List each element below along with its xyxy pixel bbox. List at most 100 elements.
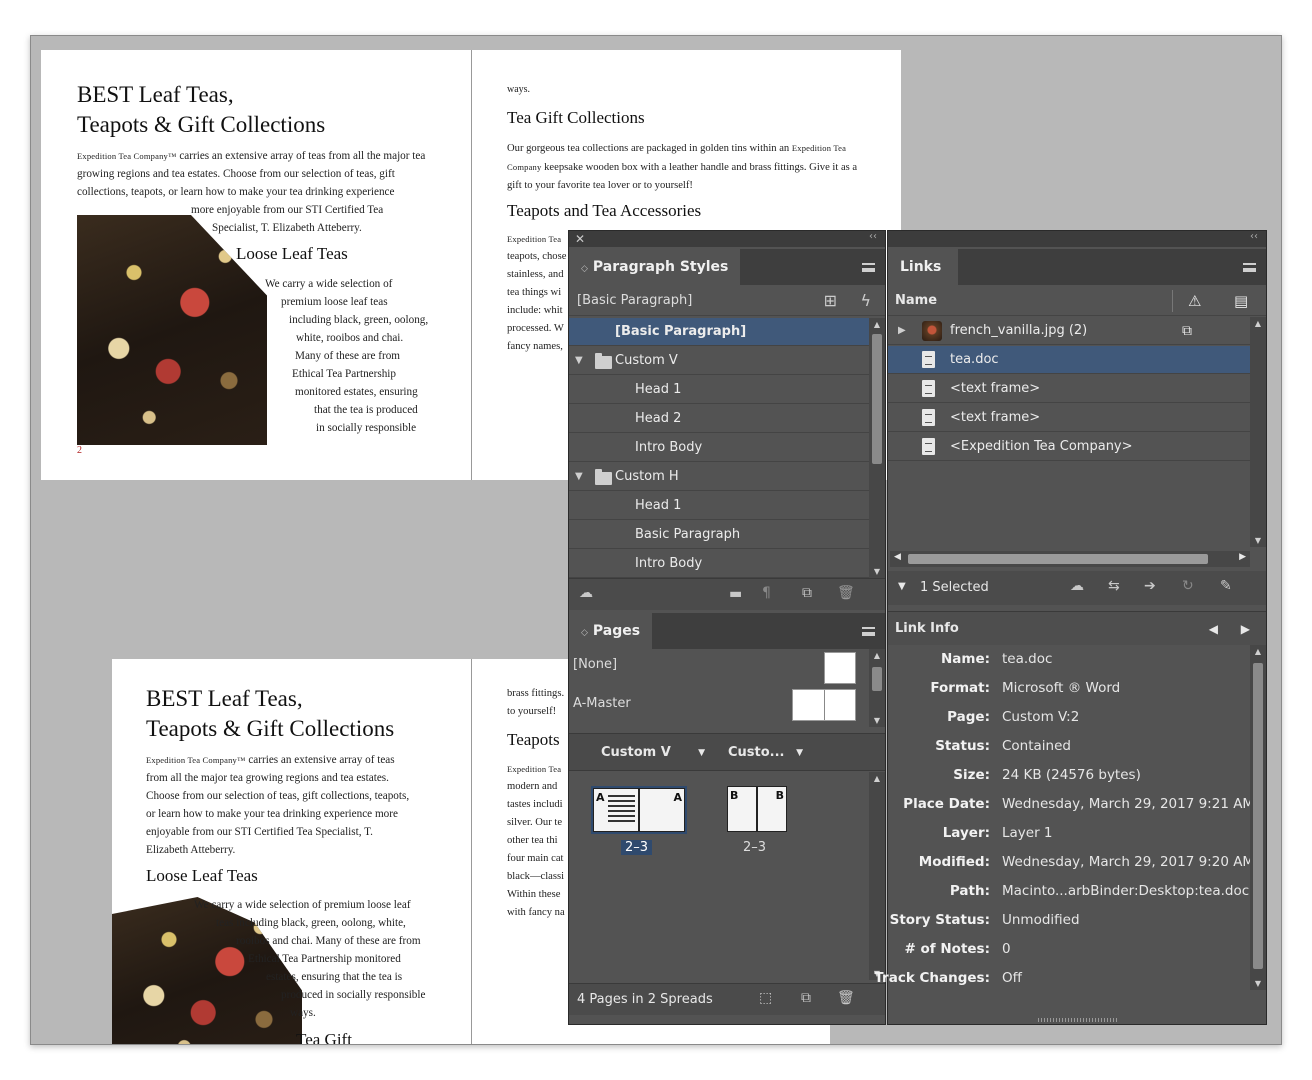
scroll-down-icon[interactable]: ▼ [1250,536,1266,545]
info-value: Layer 1 [1002,825,1053,841]
disclosure-triangle-icon[interactable]: ▶ [898,317,906,345]
links-hscrollbar[interactable]: ◀ ▶ [890,551,1250,567]
paragraph-styles-list[interactable]: [Basic Paragraph] ▼ Custom V Head 1 Head… [569,318,869,578]
scroll-thumb[interactable] [872,334,882,464]
master-none-thumbnail[interactable] [824,652,856,684]
panel-menu-icon[interactable] [862,627,875,636]
disclosure-triangle-icon[interactable]: ▼ [575,463,583,491]
style-item-head-1[interactable]: Head 1 [569,492,869,520]
scroll-up-icon[interactable]: ▲ [869,774,885,783]
cc-libraries-icon[interactable]: ☁ [1070,578,1084,594]
masters-section[interactable]: [None] A-Master [569,649,869,727]
scroll-left-icon[interactable]: ◀ [894,552,901,562]
links-list[interactable]: ▶ french_vanilla.jpg (2) ⧉ tea.doc <text… [888,317,1250,547]
go-to-link-icon[interactable]: ⧉ [1182,317,1192,345]
trash-icon[interactable]: 🗑 [837,990,855,1006]
master-a[interactable]: A-Master [573,696,631,711]
next-link-icon[interactable]: ▶ [1241,612,1250,646]
chevron-down-icon[interactable]: ▼ [698,734,705,772]
style-group-custom-v[interactable]: ▼ Custom V [569,347,869,375]
link-item-text-frame[interactable]: <text frame> [888,404,1250,432]
chevron-down-icon[interactable]: ▼ [796,734,803,772]
previous-link-icon[interactable]: ◀ [1209,612,1218,646]
page-column-icon[interactable]: ▤ [1234,286,1248,316]
scroll-up-icon[interactable]: ▲ [1250,647,1266,656]
alt-layout-custom-v[interactable]: Custom V ▼ [589,734,709,772]
link-item-text-frame[interactable]: <text frame> [888,375,1250,403]
close-icon[interactable]: ✕ [575,232,585,246]
scroll-thumb[interactable] [908,554,1208,564]
scroll-down-icon[interactable]: ▼ [869,716,885,725]
info-value: Wednesday, March 29, 2017 9:21 AM [1002,796,1255,812]
link-item-expedition-tea[interactable]: <Expedition Tea Company> [888,433,1250,461]
masters-scrollbar[interactable]: ▲ ▼ [869,649,885,727]
scroll-up-icon[interactable]: ▲ [1250,319,1266,328]
tab-paragraph-styles[interactable]: ◇ Paragraph Styles [569,249,741,285]
panel-dock-titlebar[interactable]: ✕ ‹‹ [569,231,885,247]
new-style-icon[interactable]: ⧉ [802,585,812,601]
panel-resize-grip[interactable] [1038,1018,1118,1022]
name-column-header[interactable]: Name [895,286,937,316]
scroll-down-icon[interactable]: ▼ [869,567,885,576]
carryover-text: brass fittings. [507,688,565,699]
trash-icon[interactable]: 🗑 [837,585,855,601]
scroll-thumb[interactable] [872,667,882,691]
link-item-tea-doc[interactable]: tea.doc [888,346,1250,374]
scroll-up-icon[interactable]: ▲ [869,651,885,660]
spread-thumbnail-custom-v[interactable]: A A [591,786,687,834]
link-item-french-vanilla[interactable]: ▶ french_vanilla.jpg (2) ⧉ [888,317,1250,345]
style-item-basic-paragraph[interactable]: [Basic Paragraph] [569,318,869,346]
new-page-icon[interactable]: ⧉ [801,990,811,1006]
tab-links[interactable]: Links [888,249,958,285]
warning-icon[interactable]: ⚠ [1188,286,1201,316]
links-vscrollbar[interactable]: ▲ ▼ [1250,317,1266,547]
page-thumb-3[interactable]: A [639,788,685,832]
scroll-right-icon[interactable]: ▶ [1239,552,1246,562]
cc-libraries-icon[interactable]: ☁ [579,585,593,601]
relink-icon[interactable]: ⇆ [1108,578,1120,594]
page-thumb-3[interactable]: B [757,786,787,832]
collapse-toggle-icon[interactable]: ◇ [581,264,588,274]
clear-overrides-icon[interactable]: ϟ [860,286,871,316]
fragment-line: stainless, and [507,269,564,280]
update-link-icon[interactable]: ↻ [1182,578,1194,594]
panel-menu-icon[interactable] [1243,263,1256,272]
collapse-toggle-icon[interactable]: ◇ [581,628,588,638]
tab-pages[interactable]: ◇ Pages [569,613,653,649]
scroll-up-icon[interactable]: ▲ [869,320,885,329]
master-none[interactable]: [None] [573,657,617,672]
scroll-down-icon[interactable]: ▼ [1250,979,1266,988]
disclosure-triangle-icon[interactable]: ▼ [575,347,583,375]
chevron-down-icon[interactable]: ▼ [898,581,906,592]
panel-menu-icon[interactable] [862,263,875,272]
info-key: Page: [947,709,990,725]
spread-thumbnail-custom-h[interactable]: B B [727,786,787,834]
link-info-header[interactable]: Link Info ◀ ▶ [888,611,1266,645]
page-thumb-2[interactable]: A [593,788,639,832]
collapse-icon[interactable]: ‹‹ [869,231,877,242]
collapse-icon[interactable]: ‹‹ [1250,231,1258,242]
style-item-basic-paragraph[interactable]: Basic Paragraph [569,521,869,549]
pages-spread-area[interactable]: A A 2–3 B B 2–3 [569,772,869,980]
style-item-intro-body[interactable]: Intro Body [569,550,869,578]
styles-scrollbar[interactable]: ▲ ▼ [869,318,885,578]
style-group-custom-h[interactable]: ▼ Custom H [569,463,869,491]
link-info-scrollbar[interactable]: ▲ ▼ [1250,645,1266,990]
pages-scrollbar[interactable]: ▲ ▼ [869,772,885,980]
scroll-thumb[interactable] [1253,663,1263,969]
alt-layout-custom-h[interactable]: Custo... ▼ [711,734,807,772]
clear-override-icon[interactable]: ¶ [762,585,771,601]
folder-icon [595,353,612,369]
new-group-icon[interactable]: ▬ [729,586,742,602]
edit-page-size-icon[interactable]: ⬚ [759,990,772,1006]
style-item-head-2[interactable]: Head 2 [569,405,869,433]
page-thumb-2[interactable]: B [727,786,757,832]
style-item-head-1[interactable]: Head 1 [569,376,869,404]
go-to-link-icon[interactable]: ➔ [1144,578,1156,594]
new-style-from-selection-icon[interactable]: ⊞ [824,286,837,316]
pages-footer: 4 Pages in 2 Spreads ⬚ ⧉ 🗑 [569,983,885,1015]
master-a-thumbnail[interactable] [792,689,856,721]
style-item-intro-body[interactable]: Intro Body [569,434,869,462]
panel-dock-titlebar[interactable]: ‹‹ [888,231,1266,247]
edit-original-icon[interactable]: ✎ [1220,578,1232,594]
